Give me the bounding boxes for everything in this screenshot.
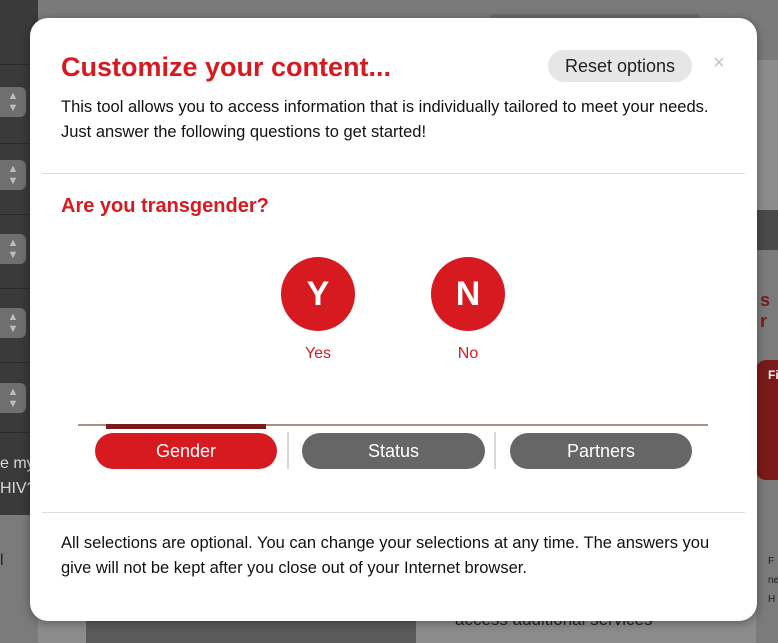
background-sort-icon: ▲ ▼ bbox=[0, 383, 26, 413]
background-right-text: F bbox=[768, 556, 775, 567]
background-sort-icon: ▲ ▼ bbox=[0, 160, 26, 190]
background-sort-icon: ▲ ▼ bbox=[0, 308, 26, 338]
background-right-text: H bbox=[768, 594, 776, 605]
question-text: Are you transgender? bbox=[61, 195, 269, 217]
modal-title: Customize your content... bbox=[61, 52, 392, 82]
customize-content-modal: Customize your content... Reset options … bbox=[30, 18, 757, 621]
footer-note: All selections are optional. You can cha… bbox=[61, 534, 710, 577]
reset-options-button[interactable]: Reset options bbox=[548, 50, 692, 82]
answer-no-button[interactable]: N No bbox=[431, 257, 505, 363]
step-gender-tab[interactable]: Gender bbox=[95, 433, 277, 469]
divider bbox=[42, 512, 745, 513]
answer-yes-circle[interactable]: Y bbox=[281, 257, 355, 331]
step-separator bbox=[287, 432, 289, 469]
background-image-strip bbox=[86, 620, 416, 643]
step-status-tab[interactable]: Status bbox=[302, 433, 485, 469]
progress-fill bbox=[106, 424, 266, 429]
answer-yes-label[interactable]: Yes bbox=[281, 345, 355, 363]
close-icon[interactable]: × bbox=[708, 52, 730, 74]
background-sort-icon: ▲ ▼ bbox=[0, 234, 26, 264]
background-right-text: s r bbox=[760, 290, 771, 331]
background-sort-icon: ▲ ▼ bbox=[0, 87, 26, 117]
answer-no-circle[interactable]: N bbox=[431, 257, 505, 331]
step-separator bbox=[494, 432, 496, 469]
answer-yes-button[interactable]: Y Yes bbox=[281, 257, 355, 363]
answer-no-label[interactable]: No bbox=[431, 345, 505, 363]
background-right-text: Fi bbox=[768, 368, 778, 382]
intro-text: This tool allows you to access informati… bbox=[61, 98, 709, 141]
background-right-band bbox=[756, 210, 778, 250]
step-partners-tab[interactable]: Partners bbox=[510, 433, 692, 469]
background-left-text: l bbox=[0, 552, 4, 569]
background-right-text: ne bbox=[768, 575, 778, 586]
divider bbox=[42, 173, 745, 174]
